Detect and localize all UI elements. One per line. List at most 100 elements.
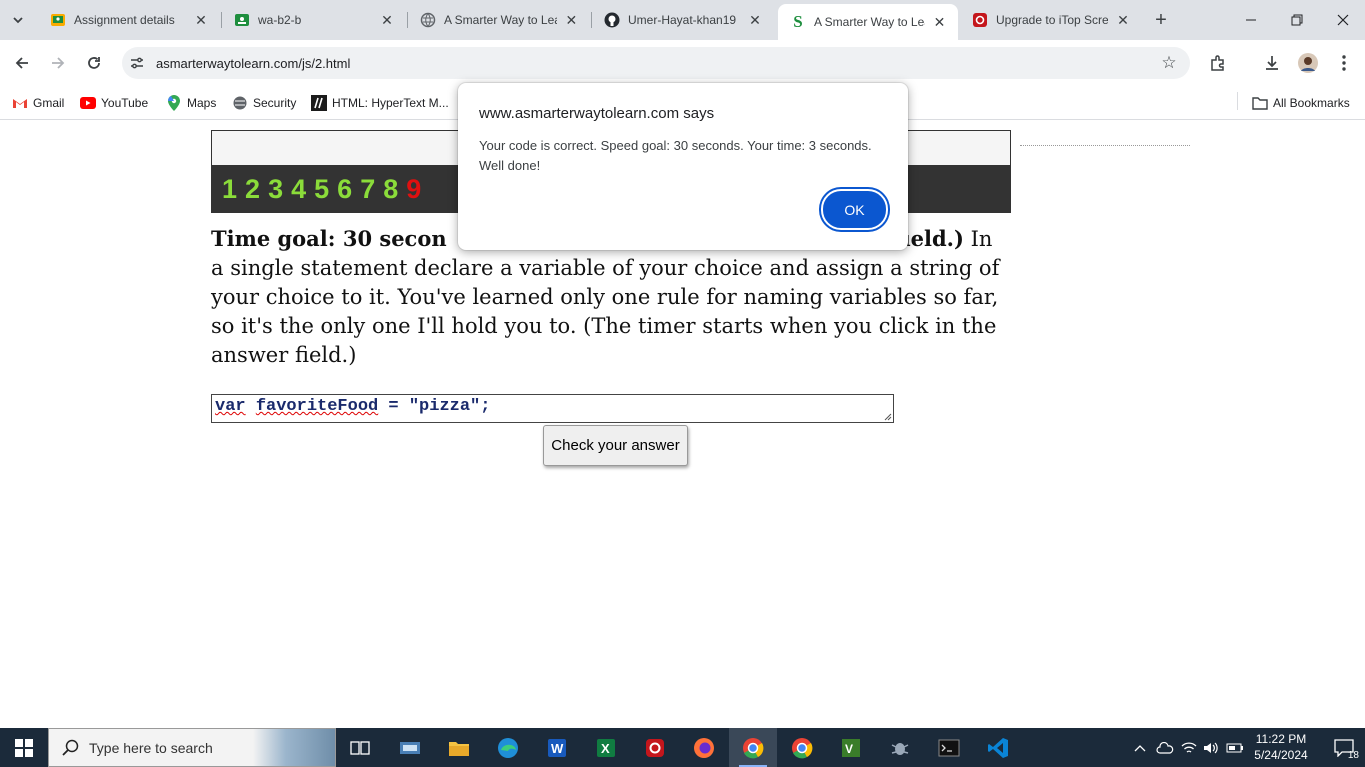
tab-itop[interactable]: Upgrade to iTop Scre ✕	[960, 0, 1142, 40]
close-icon[interactable]: ✕	[192, 11, 210, 29]
terminal-icon[interactable]	[925, 728, 973, 767]
cloud-icon[interactable]	[1154, 728, 1176, 767]
tab-title: Upgrade to iTop Scre	[996, 13, 1109, 27]
edge-icon[interactable]	[484, 728, 532, 767]
dialog-message: Your code is correct. Speed goal: 30 sec…	[479, 138, 872, 173]
all-bookmarks[interactable]: All Bookmarks	[1252, 92, 1350, 114]
close-icon[interactable]: ✕	[378, 11, 396, 29]
menu-kebab-icon[interactable]	[1332, 51, 1356, 75]
chevron-up-icon[interactable]	[1130, 728, 1150, 767]
tab-wa-b2-b[interactable]: wa-b2-b ✕	[222, 0, 406, 40]
excel-icon[interactable]: X	[582, 728, 630, 767]
start-button[interactable]	[0, 728, 48, 767]
app-icon[interactable]	[386, 728, 434, 767]
taskbar-search[interactable]: Type here to search	[48, 728, 336, 767]
reload-icon	[88, 57, 100, 69]
bookmark-label: Maps	[187, 96, 217, 110]
volume-icon[interactable]	[1200, 728, 1222, 767]
close-icon[interactable]: ✕	[746, 11, 764, 29]
bookmark-maps[interactable]: Maps	[166, 92, 216, 114]
bookmark-youtube[interactable]: YouTube	[80, 92, 148, 114]
tab-smarter-way-active[interactable]: S A Smarter Way to Lea ✕	[778, 4, 958, 40]
taskbar-clock[interactable]: 11:22 PM 5/24/2024	[1246, 731, 1316, 763]
reload-button[interactable]	[82, 51, 106, 75]
windows-taskbar: Type here to search W X V 11:22 PM 5/24/…	[0, 728, 1365, 767]
github-icon	[604, 12, 620, 28]
bookmark-security[interactable]: Security	[232, 92, 296, 114]
close-icon[interactable]: ✕	[1114, 11, 1132, 29]
forward-button[interactable]	[46, 51, 70, 75]
vscode-icon[interactable]	[974, 728, 1022, 767]
new-tab-button[interactable]: +	[1149, 8, 1173, 32]
arrow-left-icon	[15, 57, 28, 69]
profile-avatar[interactable]	[1296, 51, 1320, 75]
chapter-link-current[interactable]: 9	[406, 174, 421, 205]
answer-field[interactable]: var favoriteFood = "pizza";	[211, 394, 894, 423]
answer-identifier: favoriteFood	[255, 397, 379, 416]
bookmark-html-mdn[interactable]: HTML: HyperText M...	[311, 92, 449, 114]
battery-icon[interactable]	[1224, 728, 1246, 767]
file-explorer-icon[interactable]	[435, 728, 483, 767]
tab-search-button[interactable]	[0, 0, 36, 40]
itop-recorder-icon[interactable]	[631, 728, 679, 767]
itop-icon	[972, 12, 988, 28]
bug-app-icon[interactable]	[876, 728, 924, 767]
chapter-link-1[interactable]: 1	[222, 174, 237, 205]
resize-handle-icon[interactable]	[884, 413, 892, 421]
chapter-link-8[interactable]: 8	[383, 174, 398, 205]
tab-title: Umer-Hayat-khan19	[628, 13, 737, 27]
notification-center-button[interactable]: 18	[1322, 728, 1365, 767]
tab-github[interactable]: Umer-Hayat-khan19 ✕	[592, 0, 774, 40]
bookmark-star-icon[interactable]: ☆	[1160, 53, 1178, 72]
classroom-icon	[234, 12, 250, 28]
ok-button[interactable]: OK	[821, 189, 888, 230]
site-info-icon[interactable]	[128, 54, 146, 72]
search-highlight-image	[253, 729, 335, 766]
tab-title: wa-b2-b	[258, 13, 302, 27]
all-bookmarks-label: All Bookmarks	[1273, 96, 1350, 110]
tab-smarter-way-1[interactable]: A Smarter Way to Lea ✕	[408, 0, 590, 40]
firefox-icon[interactable]	[680, 728, 728, 767]
chrome-profile-icon[interactable]	[778, 728, 826, 767]
chapter-link-6[interactable]: 6	[337, 174, 352, 205]
chrome-icon-active[interactable]	[729, 728, 777, 767]
answer-rest: = "pizza";	[378, 397, 491, 416]
tab-title: A Smarter Way to Lea	[814, 15, 925, 29]
chapter-link-4[interactable]: 4	[291, 174, 306, 205]
url-text[interactable]: asmarterwaytolearn.com/js/2.html	[156, 56, 350, 71]
vs-icon[interactable]: V	[827, 728, 875, 767]
svg-text:X: X	[601, 741, 610, 756]
close-window-button[interactable]	[1320, 0, 1365, 40]
divider	[1020, 145, 1190, 146]
chapter-link-5[interactable]: 5	[314, 174, 329, 205]
chapter-link-7[interactable]: 7	[360, 174, 375, 205]
address-bar[interactable]: asmarterwaytolearn.com/js/2.html ☆	[122, 47, 1190, 79]
bookmark-gmail[interactable]: Gmail	[12, 92, 64, 114]
search-placeholder: Type here to search	[89, 739, 213, 756]
tab-assignment-details[interactable]: Assignment details ✕	[38, 0, 220, 40]
close-icon[interactable]: ✕	[563, 11, 580, 29]
youtube-icon	[80, 95, 96, 111]
search-icon	[61, 738, 81, 758]
classroom-icon	[50, 12, 66, 28]
windows-icon	[15, 738, 33, 757]
chapter-link-3[interactable]: 3	[268, 174, 283, 205]
extensions-icon[interactable]	[1206, 51, 1230, 75]
folder-icon	[1252, 95, 1268, 111]
word-icon[interactable]: W	[533, 728, 581, 767]
restore-button[interactable]	[1274, 0, 1320, 40]
chapter-link-2[interactable]: 2	[245, 174, 260, 205]
bookmark-label: YouTube	[101, 96, 149, 110]
maps-icon	[166, 95, 182, 111]
svg-text:V: V	[845, 742, 853, 756]
minimize-button[interactable]	[1228, 0, 1274, 40]
wifi-icon[interactable]	[1178, 728, 1200, 767]
task-view-icon[interactable]	[336, 728, 384, 767]
back-button[interactable]	[10, 51, 34, 75]
close-icon[interactable]: ✕	[931, 13, 948, 31]
svg-text:W: W	[551, 741, 564, 756]
download-icon[interactable]	[1260, 51, 1284, 75]
divider	[1237, 92, 1238, 110]
gmail-icon	[12, 95, 28, 111]
check-answer-button[interactable]: Check your answer	[543, 425, 688, 466]
